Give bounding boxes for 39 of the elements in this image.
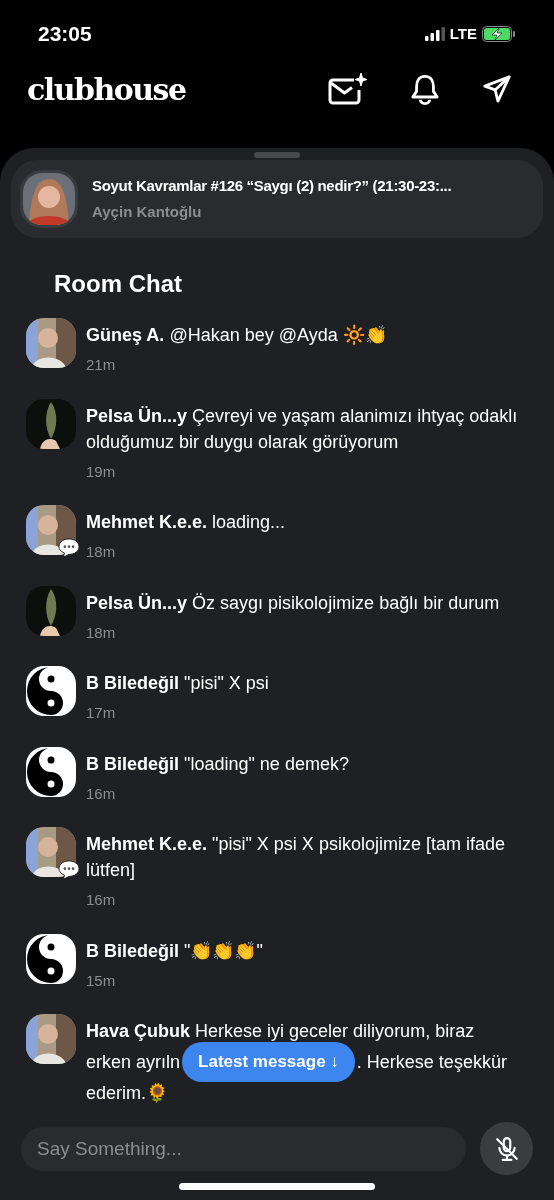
chat-message: Pelsa Ün...y Öz saygı pisikolojimize bağlı bir durum: [86, 591, 500, 615]
chat-title: Room Chat: [54, 269, 183, 299]
message-time: 21m: [86, 355, 117, 375]
microphone-button[interactable]: [480, 1122, 533, 1175]
chat-bubble-icon: [58, 538, 80, 558]
message-time: 16m: [86, 890, 117, 910]
chat-message: erken ayrıln: [86, 1051, 181, 1074]
chat-message: B Biledeğil "loading" ne demek?: [86, 752, 349, 776]
app-logo: clubhouse: [27, 70, 186, 109]
mail-sparkle-icon[interactable]: [328, 72, 368, 106]
network-label: LTE: [449, 23, 477, 44]
battery-charging-icon: [482, 26, 516, 42]
chat-message: . Herkese teşekkür: [356, 1051, 507, 1074]
signal-icon: [424, 27, 445, 41]
send-icon[interactable]: [482, 74, 512, 104]
status-time: 23:05: [38, 21, 92, 48]
message-time: 15m: [86, 970, 117, 991]
drag-handle[interactable]: [254, 152, 300, 158]
muted-microphone-icon: [493, 1135, 520, 1162]
message-time: 16m: [86, 783, 117, 804]
chat-message: Güneş A. @Hakan bey @Ayda 🔆👏: [86, 323, 387, 347]
room-title: Soyut Kavramlar #126 “Saygı (2) nedir?” (21:30-23:...: [92, 175, 452, 196]
message-time: 18m: [86, 542, 117, 562]
chat-message: Mehmet K.e.e. "pisi" X psi X psikolojimize [tam ifade lütfen]: [86, 833, 506, 882]
chat-bubble-icon: [58, 860, 80, 880]
room-host: Ayçin Kantoğlu: [92, 202, 203, 222]
message-time: 18m: [86, 622, 117, 643]
chat-message: Hava Çubuk Herkese iyi geceler diliyorum, biraz: [86, 1020, 476, 1043]
notification-bell-icon[interactable]: [410, 72, 440, 106]
room-card[interactable]: Soyut Kavramlar #126 “Saygı (2) nedir?” (21:30-23:... Ayçin Kantoğlu: [11, 160, 543, 238]
chat-message: ederim.🌻: [86, 1082, 170, 1105]
message-input[interactable]: Say Something...: [21, 1126, 466, 1171]
chat-message: B Biledeğil "👏👏👏": [86, 939, 263, 963]
latest-message-button[interactable]: Latest message ↓: [182, 1042, 355, 1082]
message-time: 17m: [86, 703, 117, 723]
message-time: 19m: [86, 461, 117, 482]
chat-message: Pelsa Ün...y Çevreyi ve yaşam alanimızı ihtyaç odaklı olduğumuz bir duygu olarak görüyorum: [86, 404, 519, 454]
chat-message: Mehmet K.e.e. loading...: [86, 511, 286, 534]
chat-message: B Biledeğil "pisi" X psi: [86, 672, 269, 695]
